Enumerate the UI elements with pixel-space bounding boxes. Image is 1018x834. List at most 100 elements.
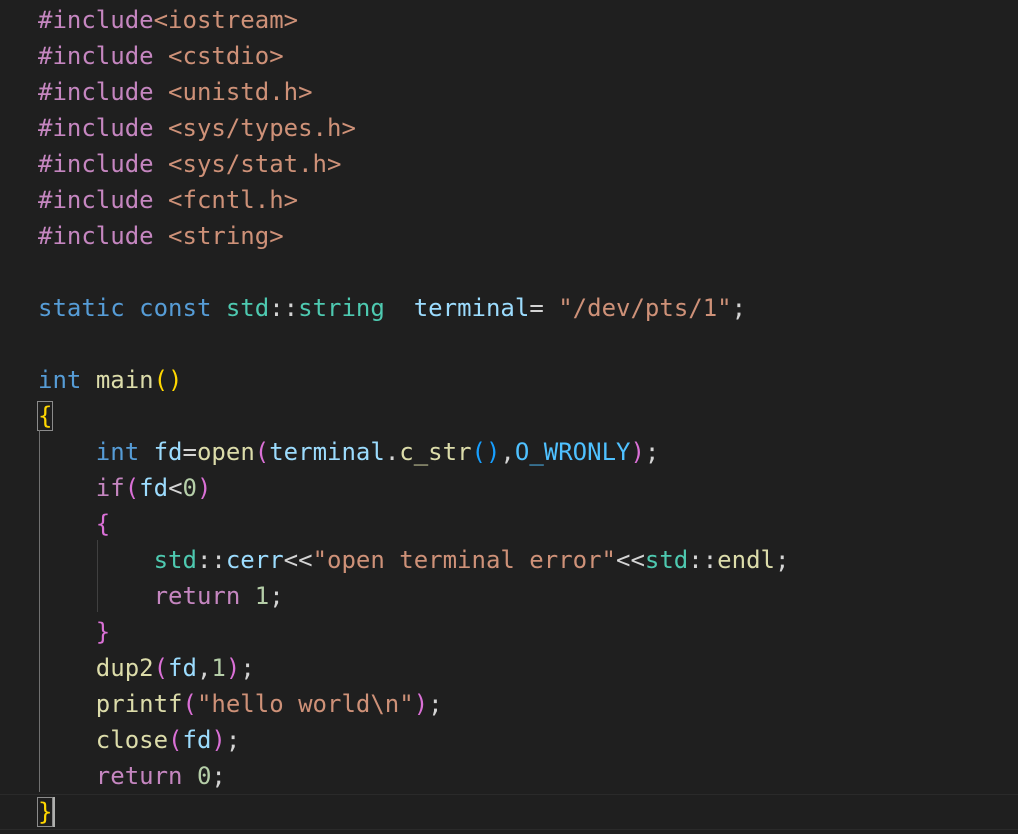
code-line[interactable]: #include <sys/stat.h> — [38, 146, 341, 182]
code-token: } — [95, 618, 111, 646]
text-cursor — [53, 797, 55, 827]
code-token: int — [38, 366, 82, 394]
code-token: } — [36, 797, 54, 827]
code-token: return — [153, 582, 241, 610]
code-token: <string> — [168, 222, 284, 250]
code-token: ( — [182, 690, 197, 718]
code-token: 1 — [211, 654, 226, 682]
code-token: O_WRONLY — [514, 438, 631, 466]
code-token: c_str — [399, 438, 472, 466]
code-token: 0 — [182, 474, 197, 502]
code-token: ; — [225, 726, 241, 754]
code-token: << — [616, 546, 645, 574]
code-line[interactable]: #include <cstdio> — [38, 38, 284, 74]
code-token: <sys/types.h> — [168, 114, 356, 142]
code-token: ) — [630, 438, 645, 466]
code-token: <unistd.h> — [168, 78, 313, 106]
code-token: #include — [38, 150, 154, 178]
code-token: #include — [38, 6, 154, 34]
code-token: () — [153, 366, 183, 394]
code-line[interactable]: } — [36, 794, 54, 830]
code-token: "hello world\n" — [196, 690, 414, 718]
code-token: ; — [774, 546, 790, 574]
code-token: fd — [182, 726, 212, 754]
code-token: ) — [225, 654, 241, 682]
code-line[interactable]: { — [36, 398, 54, 434]
code-token: if — [95, 474, 125, 502]
code-token: ( — [124, 474, 140, 502]
code-line[interactable]: #include <string> — [38, 218, 284, 254]
code-token: close — [95, 726, 169, 754]
code-token: int — [95, 438, 140, 466]
code-token: const — [139, 294, 212, 322]
code-token: <fcntl.h> — [168, 186, 299, 214]
code-line[interactable]: dup2(fd,1); — [38, 650, 255, 686]
code-token: std — [153, 546, 197, 574]
code-line[interactable]: return 0; — [38, 758, 226, 794]
code-line[interactable]: return 1; — [38, 578, 284, 614]
code-token: :: — [688, 546, 718, 574]
code-editor[interactable]: #include<iostream> #include <cstdio> #incl… — [0, 0, 1018, 834]
indent-guide-if-block — [97, 540, 98, 612]
code-line[interactable]: std::cerr<<"open terminal error"<<std::e… — [38, 542, 790, 578]
code-token: terminal — [269, 438, 385, 466]
code-token: . — [384, 438, 400, 466]
code-token: () — [471, 438, 501, 466]
code-line[interactable]: int main() — [38, 362, 183, 398]
code-token: ) — [196, 474, 212, 502]
code-token: ; — [428, 690, 443, 718]
code-token: :: — [269, 294, 299, 322]
code-token: 1 — [254, 582, 270, 610]
code-line[interactable]: #include<iostream> — [38, 2, 298, 38]
code-token: ; — [731, 294, 747, 322]
indent-guide-main — [39, 430, 40, 792]
code-line[interactable]: int fd=open(terminal.c_str(),O_WRONLY); — [38, 434, 660, 470]
code-token: ) — [413, 690, 429, 718]
code-token: #include — [38, 114, 154, 142]
code-token: dup2 — [95, 654, 154, 682]
code-token: :: — [196, 546, 226, 574]
code-line[interactable]: if(fd<0) — [38, 470, 212, 506]
code-token: fd — [153, 438, 183, 466]
code-line[interactable]: printf("hello world\n"); — [38, 686, 443, 722]
code-token: << — [283, 546, 313, 574]
code-token: < — [168, 474, 183, 502]
code-token: ; — [240, 654, 255, 682]
code-token: , — [500, 438, 515, 466]
code-token: endl — [717, 546, 775, 574]
code-line[interactable]: #include <sys/types.h> — [38, 110, 356, 146]
code-token: { — [36, 401, 54, 431]
code-token: #include — [38, 186, 154, 214]
code-token: #include — [38, 42, 154, 70]
code-token: ; — [269, 582, 284, 610]
code-line[interactable]: } — [38, 614, 110, 650]
code-line[interactable]: { — [38, 506, 110, 542]
code-token: = — [182, 438, 197, 466]
code-token: = — [529, 294, 544, 322]
code-line[interactable]: #include <unistd.h> — [38, 74, 313, 110]
code-token: std — [225, 294, 270, 322]
code-token: 0 — [196, 762, 212, 790]
code-line[interactable]: #include <fcntl.h> — [38, 182, 298, 218]
code-token: return — [95, 762, 183, 790]
code-token: ; — [211, 762, 226, 790]
code-line[interactable]: close(fd); — [38, 722, 241, 758]
code-line[interactable]: static const std::string terminal= "/dev… — [38, 290, 746, 326]
code-token: "/dev/pts/1" — [558, 294, 732, 322]
